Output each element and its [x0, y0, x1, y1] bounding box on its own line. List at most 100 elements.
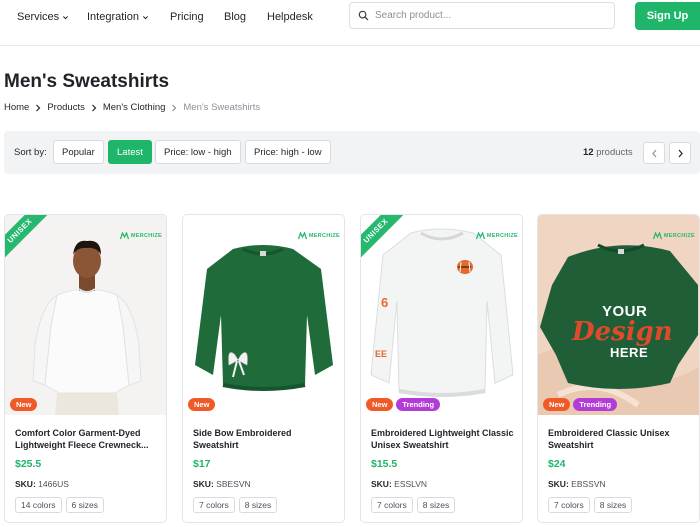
sku-value: SBESVN [216, 479, 251, 489]
nav-blog-label: Blog [224, 11, 247, 23]
merchize-logo: MERCHIZE [475, 232, 518, 240]
product-sku: SKU: EBSSVN [548, 479, 606, 489]
product-card[interactable]: MERCHIZE New Side Bow Embroidered Sweats… [182, 214, 345, 523]
nav-pricing[interactable]: Pricing [170, 10, 204, 24]
variant-tags: 7 colors 8 sizes [371, 497, 456, 513]
product-sku: SKU: 1466US [15, 479, 69, 489]
sort-latest-button[interactable]: Latest [108, 140, 152, 164]
merchize-logo-icon [652, 232, 662, 240]
sort-bar: Sort by: Popular Latest Price: low - hig… [4, 131, 700, 174]
chevron-right-icon [91, 104, 97, 111]
chevron-right-icon [678, 149, 683, 157]
product-image: UNISEX MERCHIZE New [5, 215, 166, 415]
sku-value: EBSSVN [571, 479, 606, 489]
sizes-tag: 8 sizes [416, 497, 456, 513]
product-count-number: 12 [583, 147, 594, 158]
merchize-logo: MERCHIZE [652, 232, 695, 240]
sku-label: SKU: [15, 479, 36, 489]
search-icon [358, 10, 369, 21]
product-card[interactable]: UNISEX MERCHIZE New Comfort Color Garmen… [4, 214, 167, 523]
product-card[interactable]: 6 EE UNISEX MERCHIZE New Trending Embroi… [360, 214, 523, 523]
product-count: 12 products [583, 147, 633, 158]
svg-text:6: 6 [381, 295, 388, 310]
sizes-tag: 6 sizes [65, 497, 104, 513]
sku-label: SKU: [548, 479, 569, 489]
nav-blog[interactable]: Blog [224, 10, 246, 24]
nav-services[interactable]: Services [17, 10, 69, 24]
merchize-logo-icon [297, 232, 307, 240]
product-image: MERCHIZE New [183, 215, 344, 415]
nav-helpdesk[interactable]: Helpdesk [267, 10, 313, 24]
search-box [349, 2, 615, 29]
sign-up-button[interactable]: Sign Up [635, 2, 700, 30]
product-price: $24 [548, 458, 566, 470]
badge-group: New [188, 398, 216, 411]
variant-tags: 7 colors 8 sizes [193, 497, 278, 513]
product-count-label: products [596, 147, 633, 158]
variant-tags: 7 colors 8 sizes [548, 497, 633, 513]
search-input[interactable] [375, 10, 595, 21]
trending-badge: Trending [573, 398, 618, 411]
variant-tags: 14 colors 6 sizes [15, 497, 104, 513]
green-bow-sweatshirt-image [183, 215, 344, 415]
merchize-logo: MERCHIZE [297, 232, 340, 240]
svg-text:EE: EE [375, 349, 387, 359]
product-name[interactable]: Side Bow Embroidered Sweatshirt [193, 427, 336, 451]
breadcrumb: Home Products Men's Clothing Men's Sweat… [4, 102, 260, 113]
colors-tag: 14 colors [15, 497, 62, 513]
nav-integration[interactable]: Integration [87, 10, 149, 24]
merchize-logo: MERCHIZE [119, 232, 162, 240]
sku-label: SKU: [371, 479, 392, 489]
page-title: Men's Sweatshirts [4, 71, 170, 92]
product-name[interactable]: Embroidered Lightweight Classic Unisex S… [371, 427, 514, 451]
breadcrumb-mens-clothing[interactable]: Men's Clothing [103, 102, 166, 113]
badge-group: New Trending [366, 398, 441, 411]
breadcrumb-products[interactable]: Products [47, 102, 85, 113]
colors-tag: 7 colors [548, 497, 590, 513]
chevron-right-icon [36, 104, 41, 111]
previous-page-button[interactable] [643, 142, 665, 164]
colors-tag: 7 colors [193, 497, 235, 513]
trending-badge: Trending [396, 398, 441, 411]
product-sku: SKU: SBESVN [193, 479, 251, 489]
chevron-right-icon [172, 104, 177, 111]
product-sku: SKU: ESSLVN [371, 479, 427, 489]
breadcrumb-home[interactable]: Home [4, 102, 29, 113]
design-text-design: Design [572, 317, 673, 347]
product-price: $17 [193, 458, 211, 470]
product-image: YOUR Design HERE MERCHIZE New Trending [538, 215, 699, 415]
new-badge: New [366, 398, 394, 411]
product-price: $25.5 [15, 458, 42, 470]
nav-helpdesk-label: Helpdesk [267, 11, 313, 23]
product-price: $15.5 [371, 458, 398, 470]
colors-tag: 7 colors [371, 497, 413, 513]
sizes-tag: 8 sizes [238, 497, 278, 513]
merchize-logo-text: MERCHIZE [308, 233, 340, 239]
top-navigation-bar: Services Integration Pricing Blog Helpde… [0, 0, 700, 46]
breadcrumb-current: Men's Sweatshirts [183, 102, 261, 113]
nav-pricing-label: Pricing [170, 11, 204, 23]
sort-label: Sort by: [14, 147, 47, 158]
next-page-button[interactable] [669, 142, 691, 164]
merchize-logo-text: MERCHIZE [486, 233, 518, 239]
merchize-logo-text: MERCHIZE [663, 233, 695, 239]
badge-group: New [10, 398, 38, 411]
merchize-logo-icon [119, 232, 129, 240]
merchize-logo-icon [475, 232, 485, 240]
nav-services-label: Services [17, 11, 60, 23]
model-white-sweatshirt-image [5, 215, 166, 415]
sort-price-high-low-button[interactable]: Price: high - low [245, 140, 331, 164]
product-name[interactable]: Comfort Color Garment-Dyed Lightweight F… [15, 427, 158, 451]
sku-value: 1466US [38, 479, 69, 489]
new-badge: New [10, 398, 38, 411]
product-card[interactable]: YOUR Design HERE MERCHIZE New Trending E… [537, 214, 700, 523]
sort-price-low-high-button[interactable]: Price: low - high [155, 140, 241, 164]
sort-popular-button[interactable]: Popular [53, 140, 104, 164]
sku-label: SKU: [193, 479, 214, 489]
product-name[interactable]: Embroidered Classic Unisex Sweatshirt [548, 427, 691, 451]
nav-integration-label: Integration [87, 11, 139, 23]
product-image: 6 EE UNISEX MERCHIZE New Trending [361, 215, 522, 415]
merchize-logo-text: MERCHIZE [130, 233, 162, 239]
chevron-down-icon [142, 15, 149, 19]
sizes-tag: 8 sizes [593, 497, 633, 513]
